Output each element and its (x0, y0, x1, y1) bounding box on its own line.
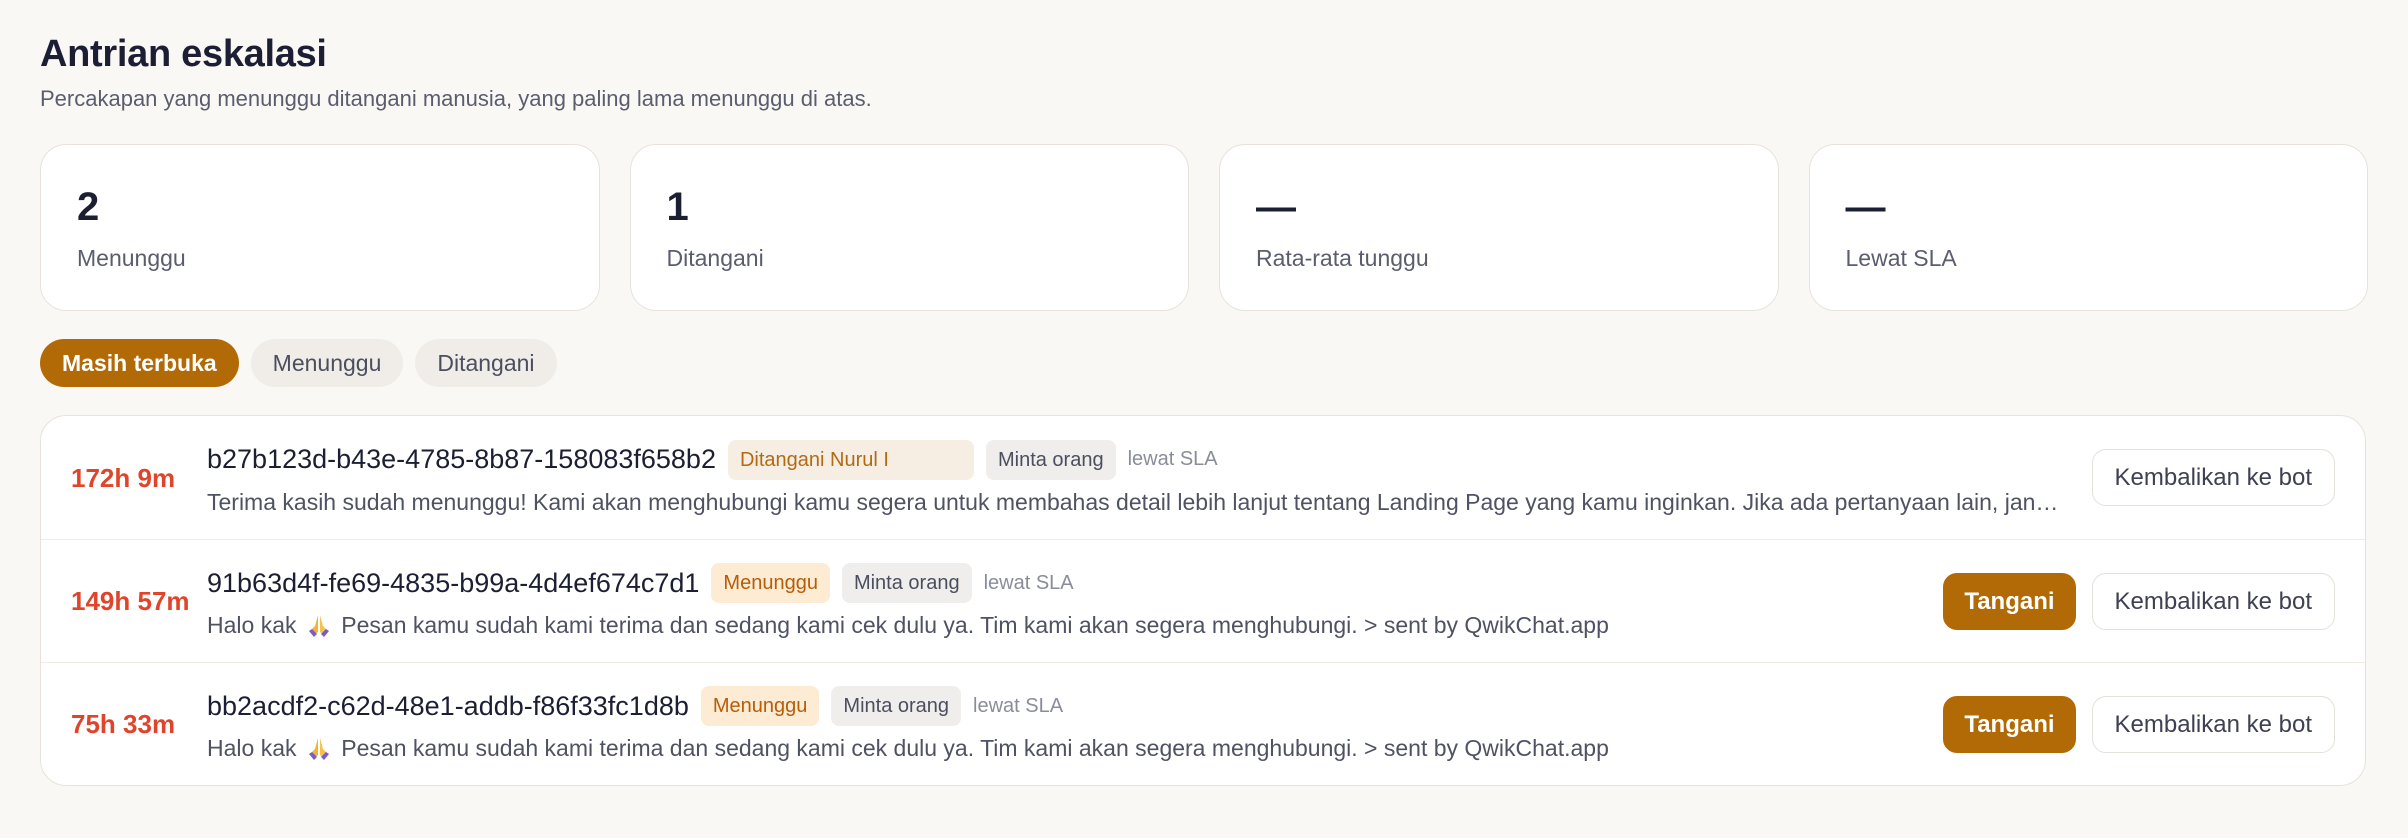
message-preview: Terima kasih sudah menunggu! Kami akan m… (207, 488, 2068, 515)
stat-value: — (1256, 185, 1296, 229)
status-badge: Ditangani Nurul I (727, 439, 974, 480)
sla-label: lewat SLA (973, 694, 1064, 717)
row-content: 91b63d4f-fe69-4835-b99a-4d4ef674c7d1 Men… (207, 561, 1943, 641)
conversation-id: 91b63d4f-fe69-4835-b99a-4d4ef674c7d1 (207, 567, 700, 598)
conversation-id: b27b123d-b43e-4785-8b87-158083f658b2 (207, 444, 716, 474)
row-content: bb2acdf2-c62d-48e1-addb-f86f33fc1d8b Men… (207, 684, 1943, 764)
sla-label: lewat SLA (983, 571, 1074, 594)
conversation-id: bb2acdf2-c62d-48e1-addb-f86f33fc1d8b (207, 690, 689, 721)
message-preview: Halo kak Pesan kamu sudah kami terima da… (207, 732, 1919, 764)
filter-tabs: Masih terbuka Menunggu Ditangani (40, 339, 2368, 387)
return-to-bot-button[interactable]: Kembalikan ke bot (2091, 695, 2335, 753)
preview-greeting: Halo kak (207, 612, 297, 638)
page-subtitle: Percakapan yang menunggu ditangani manus… (40, 86, 872, 111)
row-actions: Kembalikan ke bot (2091, 449, 2335, 506)
stat-label: Lewat SLA (1845, 245, 1957, 271)
row-actions: Tangani Kembalikan ke bot (1943, 695, 2335, 753)
stat-value: 1 (666, 185, 689, 229)
stat-card-past-sla: — Lewat SLA (1808, 144, 2368, 311)
stat-value: 2 (77, 185, 100, 229)
filter-tab-open[interactable]: Masih terbuka (40, 339, 239, 387)
stat-label: Ditangani (666, 245, 764, 271)
folded-hands-icon (308, 615, 329, 637)
row-header: bb2acdf2-c62d-48e1-addb-f86f33fc1d8b Men… (207, 684, 1919, 728)
row-header: b27b123d-b43e-4785-8b87-158083f658b2 Dit… (207, 438, 2068, 482)
request-human-badge: Minta orang (841, 563, 972, 603)
row-actions: Tangani Kembalikan ke bot (1943, 572, 2335, 630)
filter-tab-handled[interactable]: Ditangani (415, 339, 557, 387)
escalation-row[interactable]: 149h 57m 91b63d4f-fe69-4835-b99a-4d4ef67… (41, 539, 2365, 662)
preview-message: Pesan kamu sudah kami terima dan sedang … (341, 612, 1609, 638)
wait-time: 75h 33m (71, 709, 176, 739)
stat-card-waiting: 2 Menunggu (40, 144, 600, 311)
stat-label: Menunggu (77, 245, 186, 271)
escalation-queue-page: Antrian eskalasi Percakapan yang menungg… (0, 0, 2408, 786)
stat-value: — (1845, 185, 1886, 229)
return-to-bot-button[interactable]: Kembalikan ke bot (2091, 572, 2335, 630)
page-title: Antrian eskalasi (40, 33, 327, 75)
request-human-badge: Minta orang (985, 439, 1116, 480)
stat-card-average-wait: — Rata-rata tunggu (1219, 144, 1779, 311)
stat-card-handled: 1 Ditangani (629, 144, 1189, 311)
return-to-bot-button[interactable]: Kembalikan ke bot (2091, 449, 2335, 506)
preview-greeting: Halo kak (207, 735, 297, 761)
filter-tab-waiting[interactable]: Menunggu (250, 339, 404, 387)
request-human-badge: Minta orang (831, 686, 962, 726)
message-preview: Halo kak Pesan kamu sudah kami terima da… (207, 609, 1919, 641)
preview-message: Pesan kamu sudah kami terima dan sedang … (341, 735, 1609, 761)
escalation-list: 172h 9m b27b123d-b43e-4785-8b87-158083f6… (40, 415, 2366, 786)
escalation-row[interactable]: 172h 9m b27b123d-b43e-4785-8b87-158083f6… (41, 416, 2365, 539)
row-header: 91b63d4f-fe69-4835-b99a-4d4ef674c7d1 Men… (207, 561, 1919, 605)
stats-cards: 2 Menunggu 1 Ditangani — Rata-rata tungg… (40, 144, 2368, 311)
handle-button[interactable]: Tangani (1943, 695, 2076, 753)
sla-label: lewat SLA (1127, 448, 1218, 470)
escalation-row[interactable]: 75h 33m bb2acdf2-c62d-48e1-addb-f86f33fc… (41, 662, 2365, 785)
wait-time: 172h 9m (71, 462, 176, 493)
wait-time: 149h 57m (71, 586, 190, 616)
stat-label: Rata-rata tunggu (1256, 245, 1429, 271)
status-badge: Menunggu (711, 563, 830, 603)
handle-button[interactable]: Tangani (1943, 572, 2076, 630)
folded-hands-icon (308, 738, 329, 760)
row-content: b27b123d-b43e-4785-8b87-158083f658b2 Dit… (207, 438, 2092, 518)
status-badge: Menunggu (700, 686, 820, 726)
